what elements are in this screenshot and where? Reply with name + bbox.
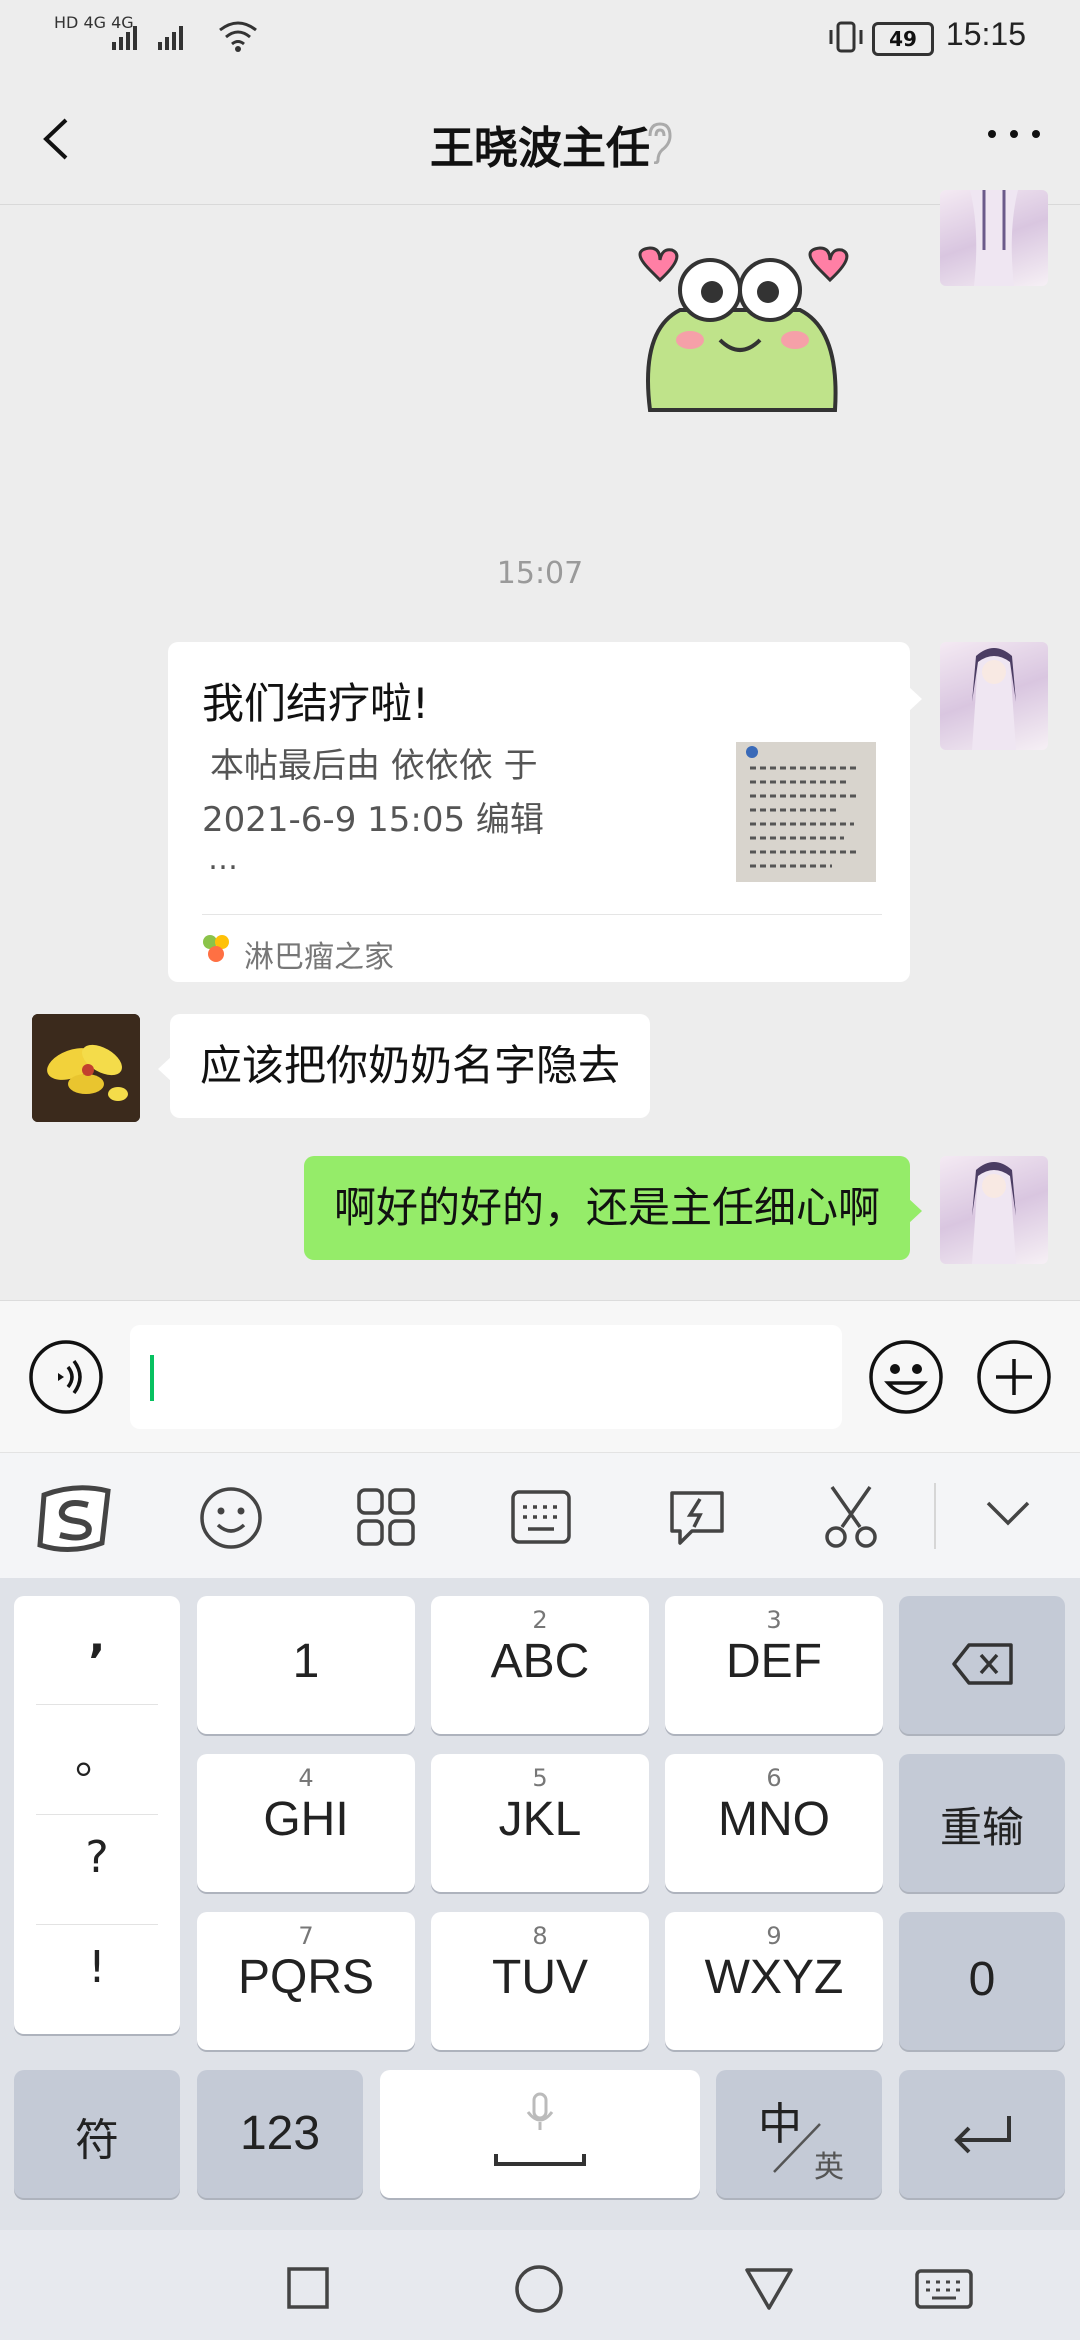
emoji-panel-icon[interactable] bbox=[198, 1485, 264, 1551]
punct-divider bbox=[36, 1814, 158, 1815]
system-navigation-bar bbox=[0, 2230, 1080, 2340]
chat-title: 王晓波主任 bbox=[430, 123, 650, 174]
punct-divider bbox=[36, 1704, 158, 1705]
link-card-source: 淋巴瘤之家 bbox=[244, 940, 394, 975]
message-input-bar bbox=[0, 1300, 1080, 1453]
link-card-desc-more: … bbox=[208, 842, 238, 877]
ime-toolbar bbox=[0, 1452, 1080, 1579]
outgoing-message-bubble[interactable]: 啊好的好的，还是主任细心啊 bbox=[303, 1156, 910, 1260]
punct-key-comma[interactable]: , bbox=[14, 1612, 180, 1663]
back-nav-icon[interactable] bbox=[744, 2266, 794, 2312]
anime-character-icon bbox=[970, 190, 1018, 286]
enter-key[interactable] bbox=[899, 2070, 1065, 2198]
home-icon[interactable] bbox=[514, 2264, 564, 2314]
key-8-tuv[interactable]: 8 TUV bbox=[431, 1912, 649, 2050]
keyboard-layout-icon[interactable] bbox=[510, 1489, 572, 1545]
ear-icon bbox=[648, 122, 672, 164]
punct-divider bbox=[36, 1924, 158, 1925]
bubble-tail bbox=[908, 1198, 922, 1224]
anime-character-icon bbox=[972, 1162, 1016, 1264]
punct-key-exclaim[interactable]: ! bbox=[14, 1942, 180, 1993]
my-avatar[interactable] bbox=[940, 1156, 1048, 1264]
key-9-wxyz[interactable]: 9 WXYZ bbox=[665, 1912, 883, 2050]
punct-key-question[interactable]: ? bbox=[14, 1832, 180, 1883]
plus-icon[interactable] bbox=[976, 1339, 1052, 1415]
keyboard-toggle-icon[interactable] bbox=[914, 2268, 974, 2310]
anime-character-icon bbox=[972, 648, 1016, 750]
punctuation-column[interactable]: , 。 ? ! bbox=[14, 1596, 180, 2034]
clock: 15:15 bbox=[945, 16, 1026, 52]
shared-link-card[interactable]: 我们结疗啦! 本帖最后由 依依依 于 2021-6-9 15:05 编辑 … 淋… bbox=[168, 642, 910, 982]
my-avatar[interactable] bbox=[940, 642, 1048, 750]
chat-header: 王晓波主任 bbox=[0, 72, 1080, 205]
grid-apps-icon[interactable] bbox=[356, 1487, 416, 1547]
toolbar-divider bbox=[934, 1483, 936, 1549]
voice-input-icon[interactable] bbox=[28, 1339, 104, 1415]
key-0[interactable]: 0 bbox=[899, 1912, 1065, 2050]
collapse-keyboard-icon[interactable] bbox=[984, 1499, 1032, 1529]
space-bar-icon bbox=[494, 2154, 586, 2166]
microphone-icon bbox=[526, 2092, 554, 2130]
backspace-key[interactable] bbox=[899, 1596, 1065, 1734]
link-card-desc-line1: 本帖最后由 依依依 于 bbox=[210, 746, 538, 786]
link-card-title: 我们结疗啦! bbox=[202, 679, 429, 728]
link-card-desc-line2: 2021-6-9 15:05 编辑 bbox=[202, 800, 544, 840]
message-timestamp: 15:07 bbox=[496, 556, 584, 591]
punct-key-period[interactable]: 。 bbox=[14, 1722, 180, 1786]
status-bar: HD 4G 4G 49 15:15 bbox=[0, 0, 1080, 72]
t9-keyboard: , 。 ? ! 1 2 ABC 3 DEF 4 GHI 5 JKL 6 MNO bbox=[0, 1578, 1080, 2230]
language-switch-key[interactable]: 中 英 bbox=[716, 2070, 882, 2198]
sogou-logo-icon[interactable] bbox=[36, 1481, 116, 1557]
reenter-key[interactable]: 重输 bbox=[899, 1754, 1065, 1892]
flower-icon bbox=[32, 1014, 140, 1122]
key-3-def[interactable]: 3 DEF bbox=[665, 1596, 883, 1734]
key-6-mno[interactable]: 6 MNO bbox=[665, 1754, 883, 1892]
vibrate-icon bbox=[829, 21, 863, 53]
signal-icon bbox=[112, 26, 183, 50]
source-logo-icon bbox=[203, 935, 229, 962]
text-cursor bbox=[150, 1355, 154, 1401]
my-avatar[interactable] bbox=[940, 190, 1048, 286]
link-card-divider bbox=[202, 914, 882, 915]
frog-sticker[interactable] bbox=[620, 240, 860, 420]
enter-icon bbox=[954, 2116, 1011, 2154]
incoming-message-bubble[interactable]: 应该把你奶奶名字隐去 bbox=[170, 1014, 651, 1118]
key-4-ghi[interactable]: 4 GHI bbox=[197, 1754, 415, 1892]
key-7-pqrs[interactable]: 7 PQRS bbox=[197, 1912, 415, 2050]
wifi-icon bbox=[219, 21, 257, 52]
contact-avatar[interactable] bbox=[32, 1014, 140, 1122]
key-1[interactable]: 1 bbox=[197, 1596, 415, 1734]
key-2-abc[interactable]: 2 ABC bbox=[431, 1596, 649, 1734]
message-text-field[interactable] bbox=[130, 1325, 842, 1429]
link-card-thumbnail bbox=[736, 742, 876, 882]
key-5-jkl[interactable]: 5 JKL bbox=[431, 1754, 649, 1892]
battery-indicator: 49 bbox=[872, 22, 934, 56]
quick-reply-icon[interactable] bbox=[666, 1487, 728, 1549]
numbers-key[interactable]: 123 bbox=[197, 2070, 363, 2198]
recents-icon[interactable] bbox=[286, 2266, 330, 2310]
bubble-tail bbox=[908, 686, 922, 712]
more-options-icon[interactable] bbox=[984, 124, 1044, 144]
space-key[interactable] bbox=[380, 2070, 700, 2198]
emoji-icon[interactable] bbox=[868, 1339, 944, 1415]
scissors-icon[interactable] bbox=[820, 1483, 882, 1551]
symbols-key[interactable]: 符 bbox=[14, 2070, 180, 2198]
backspace-icon bbox=[952, 1643, 1013, 1685]
